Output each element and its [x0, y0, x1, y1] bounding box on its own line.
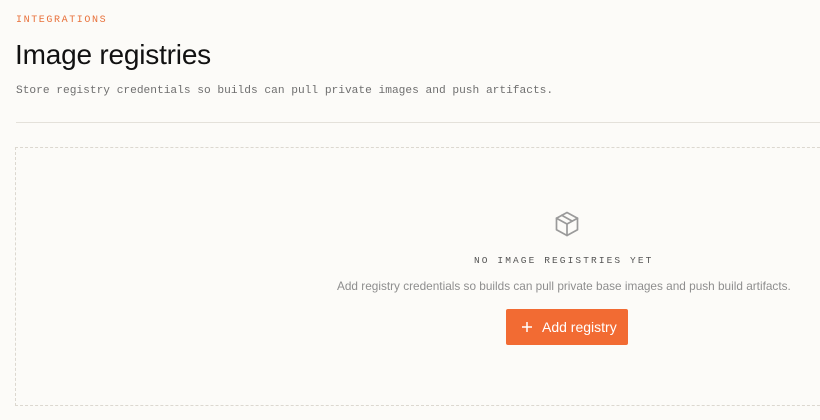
page-subtitle: Store registry credentials so builds can… — [16, 85, 554, 97]
add-registry-label: Add registry — [542, 319, 617, 335]
header-divider — [16, 122, 820, 123]
section-eyebrow: INTEGRATIONS — [16, 15, 108, 26]
plus-icon — [522, 322, 532, 332]
package-icon — [555, 211, 579, 237]
empty-state-description: Add registry credentials so builds can p… — [337, 279, 791, 293]
empty-state-panel — [15, 147, 820, 406]
page-title: Image registries — [15, 39, 211, 70]
add-registry-button[interactable]: Add registry — [506, 309, 628, 345]
empty-state-title: NO IMAGE REGISTRIES YET — [474, 255, 654, 266]
